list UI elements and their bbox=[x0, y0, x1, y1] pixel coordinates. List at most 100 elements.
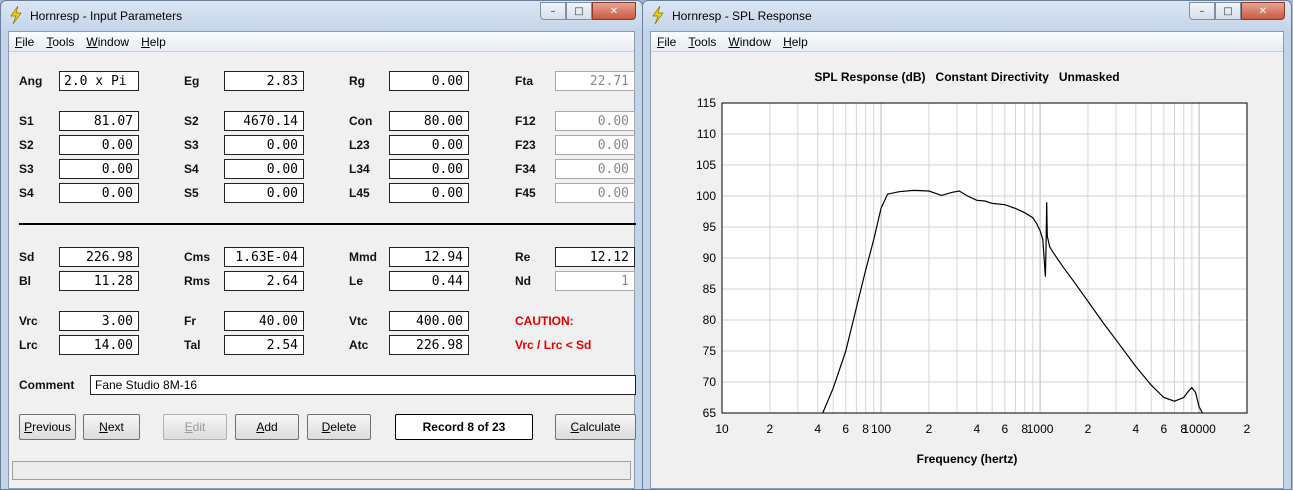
ang-label: Ang bbox=[19, 74, 43, 88]
input-client-area: File Tools Window Help Ang 2.0 x Pi Eg 2… bbox=[8, 31, 636, 489]
bl-field[interactable]: 11.28 bbox=[59, 271, 139, 291]
fr-field[interactable]: 40.00 bbox=[224, 311, 304, 331]
nd-field[interactable]: 1 bbox=[555, 271, 635, 291]
y-tick-label: 85 bbox=[703, 282, 717, 296]
x-tick-label: 8 bbox=[862, 422, 869, 436]
y-tick-label: 115 bbox=[697, 96, 716, 110]
atc-field[interactable]: 226.98 bbox=[389, 335, 469, 355]
maximize-button[interactable]: □ bbox=[566, 2, 592, 20]
calculate-button[interactable]: Calculate bbox=[555, 414, 636, 440]
s4-field[interactable]: 0.00 bbox=[224, 159, 304, 179]
rg-field[interactable]: 0.00 bbox=[389, 71, 469, 91]
menu-bar: File Tools Window Help bbox=[9, 32, 634, 52]
x-tick-label: 6 bbox=[842, 422, 849, 436]
close-button[interactable]: ✕ bbox=[1241, 2, 1285, 20]
y-tick-label: 65 bbox=[703, 406, 717, 420]
l23-label: L23 bbox=[349, 138, 370, 152]
con-label: Con bbox=[349, 114, 373, 128]
cms-label: Cms bbox=[184, 250, 211, 264]
f34-label: F34 bbox=[515, 162, 536, 176]
le-label: Le bbox=[349, 274, 364, 288]
add-button[interactable]: Add bbox=[235, 414, 299, 440]
menu-tools[interactable]: Tools bbox=[40, 32, 80, 51]
s2-label: S2 bbox=[19, 138, 34, 152]
delete-button[interactable]: Delete bbox=[307, 414, 371, 440]
record-indicator: Record 8 of 23 bbox=[395, 414, 533, 440]
con-field[interactable]: 80.00 bbox=[389, 111, 469, 131]
input-parameters-window: Hornresp - Input Parameters – □ ✕ File T… bbox=[0, 0, 643, 490]
l45-field[interactable]: 0.00 bbox=[389, 183, 469, 203]
menu-file[interactable]: File bbox=[651, 32, 682, 51]
cms-field[interactable]: 1.63E-04 bbox=[224, 247, 304, 267]
x-tick-label: 2 bbox=[926, 422, 933, 436]
x-tick-label: 6 bbox=[1160, 422, 1167, 436]
maximize-button[interactable]: □ bbox=[1215, 2, 1241, 20]
fta-field: 22.71 bbox=[555, 71, 635, 91]
s3-field[interactable]: 0.00 bbox=[224, 135, 304, 155]
tal-field[interactable]: 2.54 bbox=[224, 335, 304, 355]
s3-field[interactable]: 0.00 bbox=[59, 159, 139, 179]
s4-field[interactable]: 0.00 bbox=[59, 183, 139, 203]
fta-label: Fta bbox=[515, 74, 533, 88]
next-button[interactable]: Next bbox=[83, 414, 140, 440]
window-title: Hornresp - Input Parameters bbox=[30, 9, 183, 23]
menu-file[interactable]: File bbox=[9, 32, 40, 51]
s3-label: S3 bbox=[19, 162, 34, 176]
x-tick-label: 6 bbox=[1001, 422, 1008, 436]
menu-help[interactable]: Help bbox=[135, 32, 172, 51]
edit-button[interactable]: Edit bbox=[163, 414, 227, 440]
vrc-field[interactable]: 3.00 bbox=[59, 311, 139, 331]
rg-label: Rg bbox=[349, 74, 365, 88]
spl-response-window: Hornresp - SPL Response – □ ✕ File Tools… bbox=[642, 0, 1292, 490]
menu-window[interactable]: Window bbox=[80, 32, 135, 51]
eg-label: Eg bbox=[184, 74, 200, 88]
sd-field[interactable]: 226.98 bbox=[59, 247, 139, 267]
f12-label: F12 bbox=[515, 114, 536, 128]
menu-window[interactable]: Window bbox=[722, 32, 777, 51]
comment-field[interactable]: Fane Studio 8M-16 bbox=[90, 375, 636, 395]
plot-client-area: File Tools Window Help SPL Response (dB)… bbox=[650, 31, 1284, 489]
re-label: Re bbox=[515, 250, 531, 264]
minimize-button[interactable]: – bbox=[1189, 2, 1215, 20]
x-tick-label: 2 bbox=[1085, 422, 1092, 436]
re-field[interactable]: 12.12 bbox=[555, 247, 635, 267]
vtc-label: Vtc bbox=[349, 314, 368, 328]
s4-label: S4 bbox=[19, 186, 34, 200]
ang-field[interactable]: 2.0 x Pi bbox=[59, 71, 139, 91]
l45-label: L45 bbox=[349, 186, 370, 200]
y-tick-label: 105 bbox=[696, 158, 716, 172]
lrc-label: Lrc bbox=[19, 338, 38, 352]
x-tick-label: 4 bbox=[1132, 422, 1139, 436]
menu-help[interactable]: Help bbox=[777, 32, 814, 51]
caution-title: CAUTION: bbox=[515, 314, 574, 328]
close-button[interactable]: ✕ bbox=[592, 2, 636, 20]
previous-button[interactable]: Previous bbox=[19, 414, 76, 440]
eg-field[interactable]: 2.83 bbox=[224, 71, 304, 91]
vtc-field[interactable]: 400.00 bbox=[389, 311, 469, 331]
menu-tools[interactable]: Tools bbox=[682, 32, 722, 51]
l34-field[interactable]: 0.00 bbox=[389, 159, 469, 179]
vrc-label: Vrc bbox=[19, 314, 38, 328]
y-tick-label: 75 bbox=[703, 344, 717, 358]
minimize-button[interactable]: – bbox=[540, 2, 566, 20]
mmd-label: Mmd bbox=[349, 250, 377, 264]
lrc-field[interactable]: 14.00 bbox=[59, 335, 139, 355]
le-field[interactable]: 0.44 bbox=[389, 271, 469, 291]
s2-field[interactable]: 4670.14 bbox=[224, 111, 304, 131]
mmd-field[interactable]: 12.94 bbox=[389, 247, 469, 267]
y-tick-label: 90 bbox=[703, 251, 717, 265]
x-tick-label: 4 bbox=[973, 422, 980, 436]
f23-field: 0.00 bbox=[555, 135, 635, 155]
y-tick-label: 100 bbox=[696, 189, 716, 203]
s1-field[interactable]: 81.07 bbox=[59, 111, 139, 131]
title-bar[interactable]: Hornresp - Input Parameters – □ ✕ bbox=[1, 1, 642, 31]
x-tick-label: 2 bbox=[767, 422, 774, 436]
s3-label: S3 bbox=[184, 138, 199, 152]
rms-field[interactable]: 2.64 bbox=[224, 271, 304, 291]
x-tick-label: 10 bbox=[715, 422, 729, 436]
s5-field[interactable]: 0.00 bbox=[224, 183, 304, 203]
title-bar[interactable]: Hornresp - SPL Response – □ ✕ bbox=[643, 1, 1291, 31]
l23-field[interactable]: 0.00 bbox=[389, 135, 469, 155]
atc-label: Atc bbox=[349, 338, 369, 352]
s2-field[interactable]: 0.00 bbox=[59, 135, 139, 155]
